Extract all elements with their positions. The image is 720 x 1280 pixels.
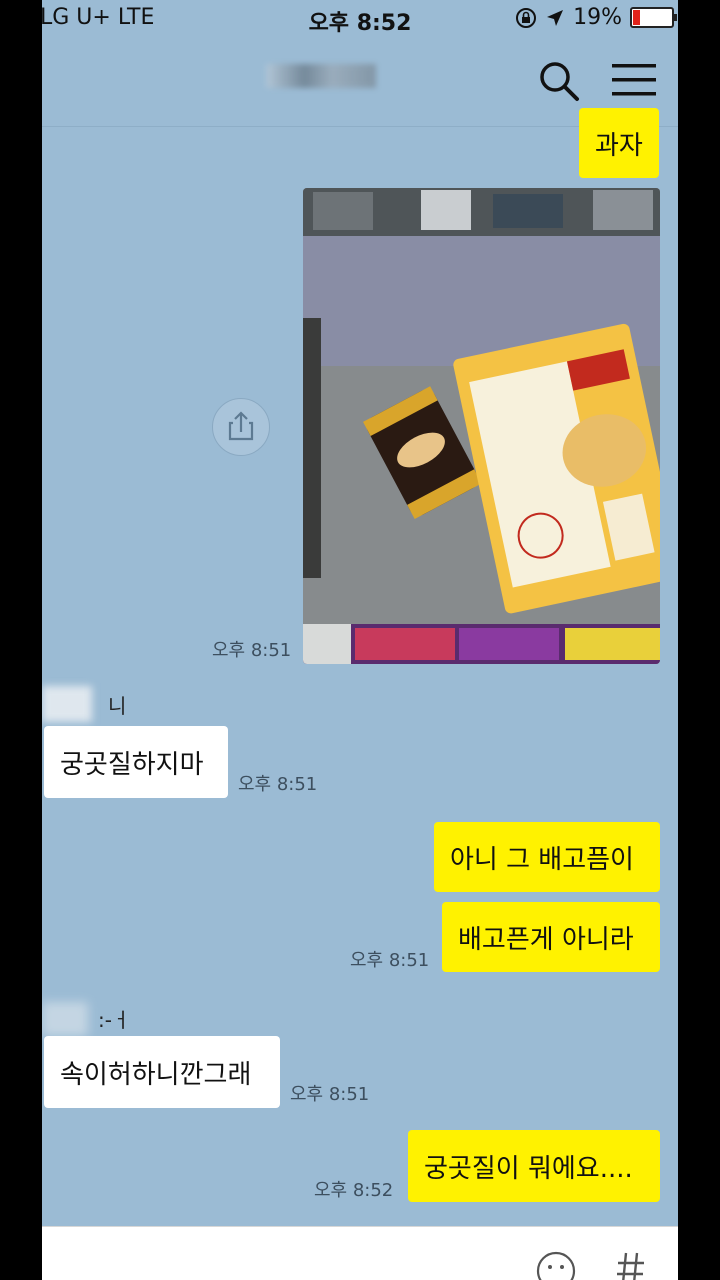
share-button[interactable]: [212, 398, 270, 456]
location-icon: [547, 9, 564, 26]
photo-message[interactable]: [303, 188, 660, 664]
message-time: 오후 8:51: [212, 640, 292, 661]
battery-percent: 19%: [573, 5, 622, 30]
share-icon: [228, 411, 254, 441]
message-text: 배고픈게 아니라: [458, 924, 634, 955]
message-time: 오후 8:52: [314, 1180, 394, 1201]
message-time: 오후 8:51: [350, 950, 430, 971]
message-input-bar[interactable]: [42, 1226, 678, 1280]
emoticon-icon[interactable]: [536, 1251, 576, 1280]
status-bar: LG U+ LTE 오후 8:52 19%: [42, 0, 678, 36]
sender-name: 니: [108, 694, 127, 718]
message-time: 오후 8:51: [238, 774, 318, 795]
orientation-lock-icon: [516, 7, 537, 28]
message-text: 아니 그 배고픔이: [450, 844, 634, 875]
my-message-bubble[interactable]: 배고픈게 아니라: [442, 902, 660, 972]
message-text: 과자: [595, 130, 643, 161]
sender-name: :-ㅓ: [98, 1008, 131, 1032]
their-message-bubble[interactable]: 속이허하니깐그래: [44, 1036, 280, 1108]
menu-icon[interactable]: [612, 62, 656, 98]
chat-screen: LG U+ LTE 오후 8:52 19% 과자 오후 8:51 니 궁곳질하지…: [42, 0, 678, 1280]
battery-icon: [630, 7, 677, 28]
my-message-bubble[interactable]: 과자: [579, 108, 659, 178]
my-message-bubble[interactable]: 궁곳질이 뭐에요....: [408, 1130, 660, 1202]
status-right: 19%: [515, 5, 677, 30]
message-text: 속이허하니깐그래: [60, 1059, 252, 1090]
their-message-bubble[interactable]: 궁곳질하지마: [44, 726, 228, 798]
sender-avatar-blurred: [42, 686, 92, 722]
my-message-bubble[interactable]: 아니 그 배고픔이: [434, 822, 660, 892]
message-text: 궁곳질이 뭐에요....: [424, 1153, 633, 1184]
snack-photo: [303, 188, 660, 664]
message-time: 오후 8:51: [290, 1084, 370, 1105]
hashtag-icon[interactable]: [616, 1251, 646, 1280]
chat-title-blurred: [266, 64, 376, 88]
sender-avatar-blurred: [42, 1002, 88, 1036]
message-text: 궁곳질하지마: [60, 749, 204, 780]
search-icon[interactable]: [538, 60, 580, 102]
